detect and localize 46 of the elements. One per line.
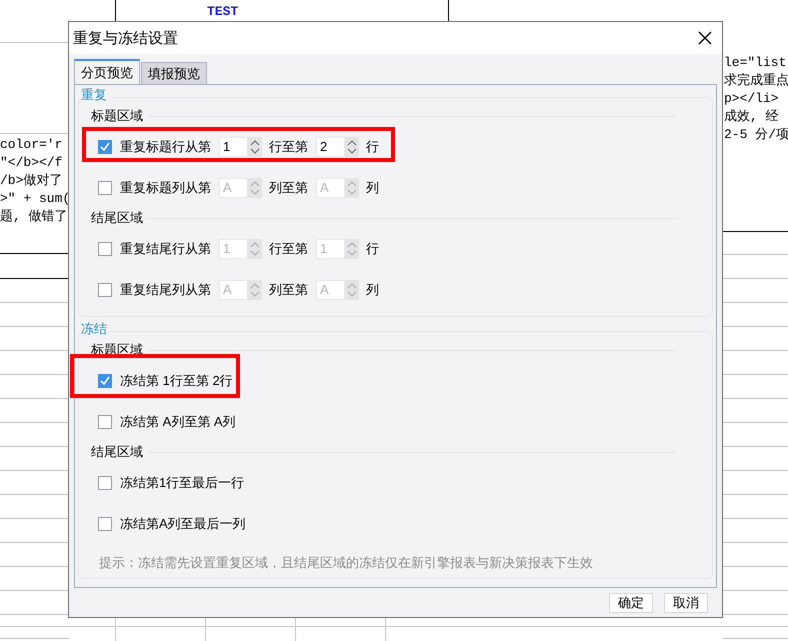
option-label: 冻结第A列至最后一列 (120, 514, 246, 532)
code-line: 求完成重点 (724, 72, 788, 90)
checkbox[interactable] (98, 242, 112, 256)
option-label: 重复标题列从第 (120, 178, 211, 196)
cell-text: TEST (207, 4, 238, 19)
option-label: 列 (366, 178, 379, 196)
code-line: "</b></f (0, 154, 64, 172)
group-title: 结尾区域 (91, 209, 143, 227)
dialog-button[interactable]: 取消 (664, 593, 708, 613)
option-label: 行至第 (269, 240, 308, 258)
code-line: p></li> (724, 90, 779, 108)
option-label: 行至第 (269, 138, 308, 156)
option-label: 冻结第 1行至第 2行 (120, 372, 233, 390)
option-label: 列 (366, 280, 379, 298)
checkbox[interactable] (98, 140, 112, 154)
checkbox[interactable] (98, 476, 112, 490)
section-title: 重复 (81, 86, 110, 104)
checkbox[interactable] (98, 414, 112, 428)
checkbox[interactable] (98, 180, 112, 194)
code-line: le="list (724, 54, 786, 72)
hint-text: 提示：冻结需先设置重复区域，且结尾区域的冻结仅在新引擎报表与新决策报表下生效 (99, 554, 594, 572)
code-line: 题, 做错了 (0, 208, 69, 226)
section-title: 冻结 (81, 320, 110, 338)
checkbox[interactable] (98, 282, 112, 296)
code-line: >" + sum( (0, 190, 69, 208)
option-label: 冻结第 A列至第 A列 (120, 412, 236, 430)
option-label: 行 (366, 138, 379, 156)
code-line: 成效, 经 (724, 108, 780, 126)
option-label: 重复结尾行从第 (120, 240, 211, 258)
tab[interactable]: 填报预览 (141, 62, 207, 84)
group-title: 标题区域 (91, 107, 143, 125)
option-label: 列至第 (269, 178, 308, 196)
option-label: 重复标题行从第 (120, 138, 211, 156)
checkbox[interactable] (98, 516, 112, 530)
option-label: 列至第 (269, 280, 308, 298)
option-label: 冻结第1行至最后一行 (120, 474, 244, 492)
option-label: 重复结尾列从第 (120, 280, 211, 298)
checkbox[interactable] (98, 374, 112, 388)
group-title: 结尾区域 (91, 443, 143, 461)
close-icon[interactable] (698, 31, 712, 45)
dialog-button[interactable]: 确定 (609, 593, 653, 613)
window-title: 重复与冻结设置 (73, 28, 178, 48)
code-line: color='r (0, 136, 64, 154)
code-line: /b>做对了 (0, 172, 64, 190)
tab[interactable]: 分页预览 (74, 59, 140, 84)
option-label: 行 (366, 240, 379, 258)
